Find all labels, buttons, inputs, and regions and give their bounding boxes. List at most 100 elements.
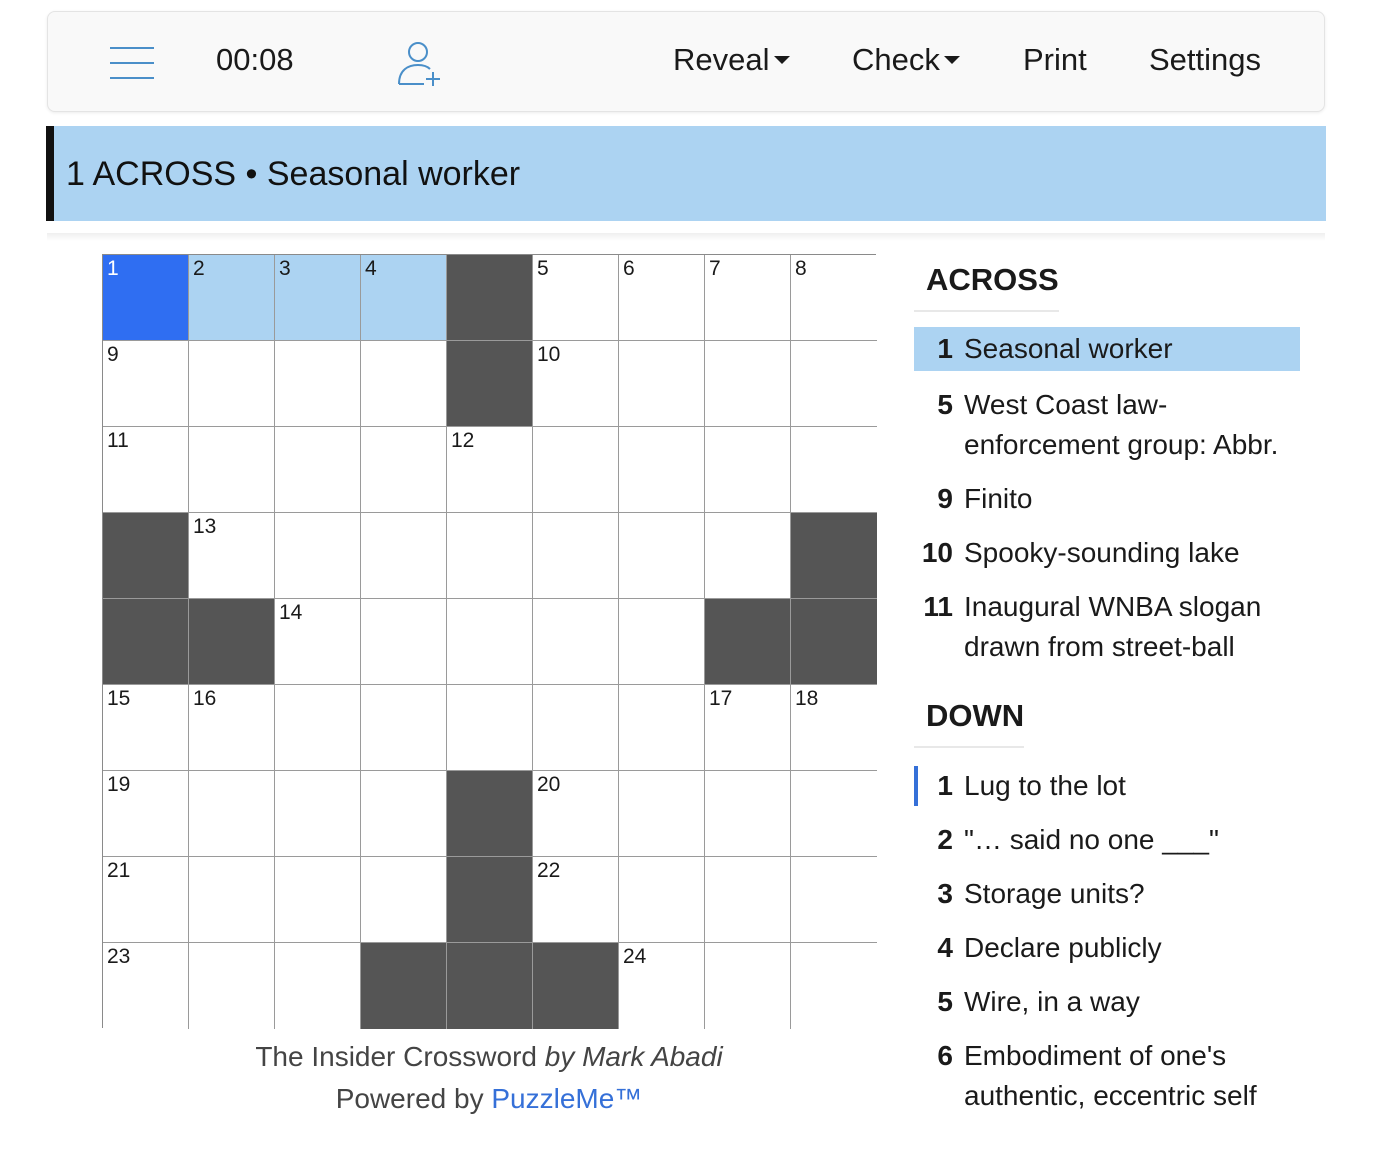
grid-cell[interactable] [791,943,877,1029]
clue-number: 9 [937,483,953,514]
grid-cell[interactable] [447,599,533,685]
grid-cell[interactable] [361,513,447,599]
clue-number: 6 [937,1040,953,1071]
grid-cell[interactable]: 11 [103,427,189,513]
print-button[interactable]: Print [1023,42,1087,78]
grid-cell[interactable]: 19 [103,771,189,857]
grid-cell[interactable] [361,685,447,771]
add-user-icon[interactable] [396,40,446,86]
grid-cell[interactable]: 14 [275,599,361,685]
reveal-button[interactable]: Reveal [673,42,790,78]
grid-cell[interactable] [275,857,361,943]
grid-cell[interactable] [447,513,533,599]
grid-cell[interactable] [619,685,705,771]
clue-number: 3 [937,878,953,909]
grid-cell[interactable]: 13 [189,513,275,599]
cell-number: 10 [537,343,561,366]
grid-cell[interactable] [533,427,619,513]
grid-cell[interactable] [791,857,877,943]
caret-down-icon [773,55,790,64]
grid-cell[interactable] [705,341,791,427]
puzzle-credit: The Insider Crossword by Mark Abadi Powe… [102,1036,876,1120]
grid-cell[interactable] [361,599,447,685]
grid-cell[interactable]: 4 [361,255,447,341]
grid-cell[interactable]: 5 [533,255,619,341]
grid-cell[interactable]: 23 [103,943,189,1029]
down-clue-list[interactable]: 1 Lug to the lot 2 "… said no one ___" 3 Stor… [914,764,1300,1124]
grid-cell[interactable]: 2 [189,255,275,341]
down-clue-4[interactable]: 4 Declare publicly [914,926,1300,980]
grid-cell[interactable] [275,341,361,427]
grid-cell[interactable] [189,943,275,1029]
hamburger-menu-icon[interactable] [110,46,154,80]
grid-cell[interactable]: 9 [103,341,189,427]
grid-block [361,943,447,1029]
grid-cell[interactable]: 6 [619,255,705,341]
grid-cell[interactable]: 21 [103,857,189,943]
grid-cell[interactable]: 10 [533,341,619,427]
grid-block [447,255,533,341]
cell-number: 13 [193,515,217,538]
grid-cell[interactable] [189,771,275,857]
grid-cell[interactable]: 24 [619,943,705,1029]
grid-cell[interactable]: 22 [533,857,619,943]
grid-cell[interactable]: 16 [189,685,275,771]
across-clue-1[interactable]: 1 Seasonal worker [914,327,1300,371]
grid-cell[interactable] [361,857,447,943]
grid-cell[interactable]: 8 [791,255,877,341]
grid-cell[interactable] [361,771,447,857]
grid-cell[interactable] [791,427,877,513]
puzzleme-link[interactable]: PuzzleMe™ [491,1083,642,1114]
grid-cell[interactable] [705,943,791,1029]
across-clue-5[interactable]: 5 West Coast law-enforcement group: Abbr. [914,383,1300,477]
grid-cell[interactable] [705,857,791,943]
grid-cell[interactable] [619,771,705,857]
grid-cell[interactable] [619,857,705,943]
grid-cell[interactable] [189,857,275,943]
grid-cell[interactable] [705,427,791,513]
grid-cell[interactable]: 3 [275,255,361,341]
grid-cell[interactable] [447,685,533,771]
grid-cell[interactable] [705,771,791,857]
down-clue-3[interactable]: 3 Storage units? [914,872,1300,926]
grid-cell[interactable] [189,341,275,427]
across-clue-9[interactable]: 9 Finito [914,477,1300,531]
grid-cell[interactable]: 20 [533,771,619,857]
check-button[interactable]: Check [852,42,960,78]
settings-button[interactable]: Settings [1149,42,1261,78]
grid-cell[interactable] [189,427,275,513]
grid-cell[interactable] [361,427,447,513]
grid-cell[interactable] [619,427,705,513]
grid-cell[interactable] [619,513,705,599]
grid-cell[interactable] [533,685,619,771]
down-clue-6[interactable]: 6 Embodiment of one's authentic, eccentri… [914,1034,1300,1124]
grid-cell[interactable] [791,341,877,427]
grid-cell[interactable]: 7 [705,255,791,341]
grid-cell[interactable]: 18 [791,685,877,771]
grid-cell[interactable] [275,427,361,513]
grid-cell[interactable] [705,513,791,599]
grid-cell[interactable]: 15 [103,685,189,771]
down-clue-5[interactable]: 5 Wire, in a way [914,980,1300,1034]
across-clue-11[interactable]: 11 Inaugural WNBA slogan drawn from stree… [914,585,1300,679]
across-clue-list[interactable]: 1 Seasonal worker 5 West Coast law-enforcem… [914,327,1300,691]
grid-cell[interactable]: 12 [447,427,533,513]
caret-down-icon [943,55,960,64]
grid-cell[interactable] [275,513,361,599]
grid-block [103,513,189,599]
timer[interactable]: 00:08 [216,42,294,78]
grid-cell[interactable] [275,685,361,771]
grid-cell[interactable] [275,943,361,1029]
grid-cell[interactable] [533,513,619,599]
grid-cell[interactable]: 17 [705,685,791,771]
down-clue-2[interactable]: 2 "… said no one ___" [914,818,1300,872]
grid-cell[interactable] [275,771,361,857]
grid-cell[interactable] [791,771,877,857]
grid-cell[interactable] [619,599,705,685]
grid-cell[interactable] [619,341,705,427]
down-clue-1[interactable]: 1 Lug to the lot [914,764,1300,818]
grid-cell[interactable] [361,341,447,427]
grid-cell[interactable] [533,599,619,685]
across-clue-10[interactable]: 10 Spooky-sounding lake [914,531,1300,585]
grid-cell[interactable]: 1 [103,255,189,341]
